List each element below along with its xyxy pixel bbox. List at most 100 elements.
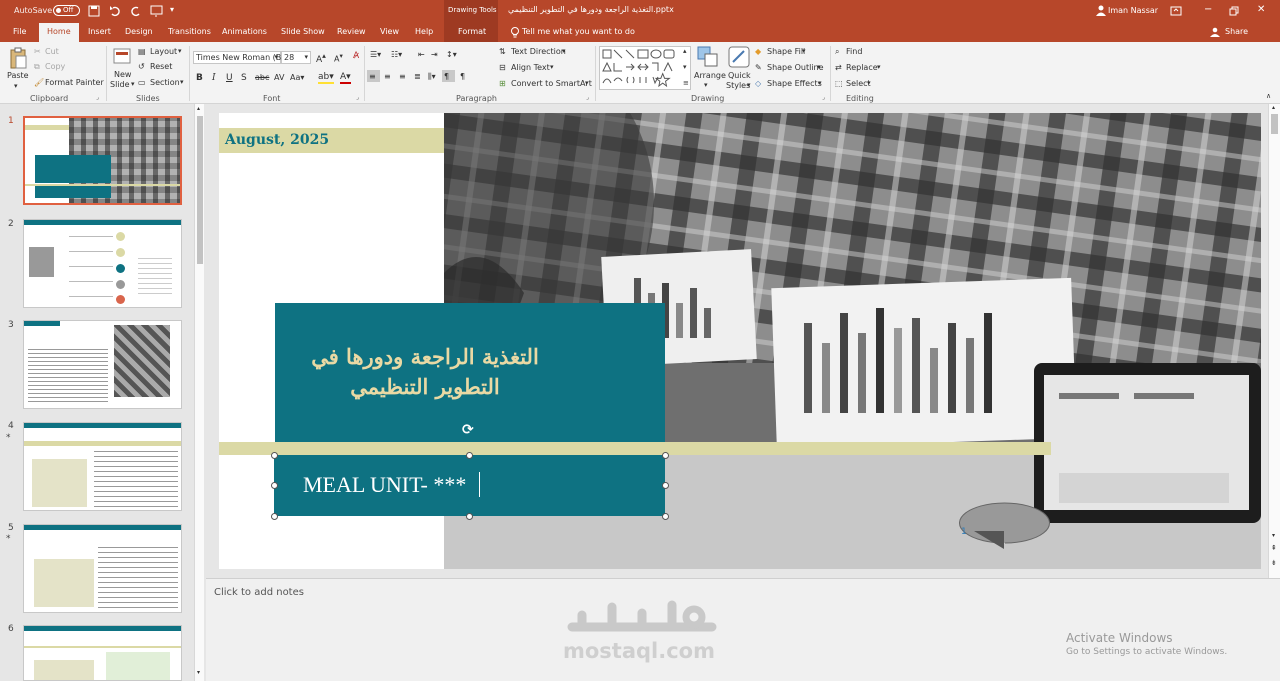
share-icon[interactable]: [1210, 27, 1220, 37]
scroll-down-icon[interactable]: ▾: [197, 669, 200, 676]
slide-canvas[interactable]: August, 2025 التغذية الراجعة ودورها في ا…: [219, 113, 1261, 569]
layout-icon[interactable]: ▤: [138, 47, 146, 56]
tab-view[interactable]: View: [380, 27, 399, 36]
quick-styles-label-1[interactable]: Quick: [728, 71, 751, 80]
text-direction-button[interactable]: Text Direction: [511, 47, 566, 56]
align-text-button[interactable]: Align Text: [511, 63, 550, 72]
scroll-up-icon[interactable]: ▴: [1272, 104, 1275, 111]
tab-file[interactable]: File: [13, 27, 26, 36]
font-size-dropdown[interactable]: 28 ▾: [281, 51, 311, 64]
arrange-button[interactable]: Arrange: [694, 71, 726, 80]
tab-home[interactable]: Home: [39, 23, 79, 42]
notes-placeholder[interactable]: Click to add notes: [214, 587, 304, 598]
numbering-icon[interactable]: ☷▾: [391, 50, 402, 59]
slide-thumbnail-3[interactable]: [23, 320, 182, 409]
thumbnails-scrollbar[interactable]: ▴ ▾: [194, 104, 204, 681]
font-launcher-icon[interactable]: ⌟: [356, 94, 359, 101]
font-family-dropdown[interactable]: Times New Roman (B ▾: [193, 51, 281, 64]
slide-scrollbar[interactable]: ▴ ▾ ⇞ ⇟: [1268, 104, 1280, 578]
slide-date[interactable]: August, 2025: [225, 132, 329, 148]
decrease-indent-icon[interactable]: ⇤: [418, 50, 425, 59]
gallery-down-icon[interactable]: ▾: [683, 63, 687, 71]
shape-fill-button[interactable]: Shape Fill: [767, 47, 805, 56]
slide-thumbnail-6[interactable]: [23, 625, 182, 681]
change-case-icon[interactable]: Aa▾: [290, 73, 304, 82]
tab-insert[interactable]: Insert: [88, 27, 111, 36]
reset-button[interactable]: Reset: [150, 62, 172, 71]
save-icon[interactable]: [88, 5, 100, 17]
slide-thumbnail-4[interactable]: [23, 422, 182, 511]
resize-handle-bl[interactable]: [271, 513, 278, 520]
slide-thumbnail-2[interactable]: [23, 219, 182, 308]
user-name[interactable]: Iman Nassar: [1108, 6, 1158, 15]
increase-indent-icon[interactable]: ⇥: [431, 50, 438, 59]
paste-icon[interactable]: [8, 46, 28, 70]
scroll-down-icon[interactable]: ▾: [1272, 532, 1275, 539]
cut-icon[interactable]: ✂: [34, 47, 41, 56]
slide-thumbnail-1[interactable]: [23, 116, 182, 205]
shape-fill-icon[interactable]: ◆: [755, 47, 761, 56]
right-to-left-icon[interactable]: ¶: [444, 72, 449, 81]
customize-toolbar-icon[interactable]: ▾: [170, 5, 174, 14]
resize-handle-top[interactable]: [466, 452, 473, 459]
clear-formatting-icon[interactable]: A̷: [353, 51, 359, 61]
section-icon[interactable]: ▭: [138, 78, 146, 87]
reset-icon[interactable]: ↺: [138, 62, 145, 71]
slide-title[interactable]: التغذية الراجعة ودورها في التطوير التنظي…: [275, 342, 575, 402]
gallery-up-icon[interactable]: ▴: [683, 47, 687, 55]
shapes-gallery-icons[interactable]: [600, 47, 690, 89]
notes-pane[interactable]: Click to add notes mostaql.com Activate …: [206, 578, 1280, 681]
scroll-thumb[interactable]: [197, 116, 203, 264]
font-color-icon[interactable]: A▾: [340, 72, 351, 84]
replace-icon[interactable]: ⇄: [835, 63, 842, 72]
resize-handle-br[interactable]: [662, 513, 669, 520]
highlight-icon[interactable]: ab▾: [318, 72, 334, 84]
close-icon[interactable]: ✕: [1257, 4, 1265, 15]
align-center-icon[interactable]: ≡: [384, 72, 391, 81]
text-direction-icon[interactable]: ⇅: [499, 47, 506, 56]
resize-handle-right[interactable]: [662, 482, 669, 489]
new-slide-icon[interactable]: [113, 47, 131, 67]
new-slide-dropdown-icon[interactable]: ▾: [131, 80, 135, 88]
cut-button[interactable]: Cut: [45, 47, 59, 56]
justify-icon[interactable]: ≣: [414, 72, 421, 81]
line-spacing-icon[interactable]: ↕▾: [446, 50, 457, 59]
align-text-icon[interactable]: ⊟: [499, 63, 506, 72]
scroll-up-icon[interactable]: ▴: [197, 105, 200, 112]
clipboard-launcher-icon[interactable]: ⌟: [96, 94, 99, 101]
layout-button[interactable]: Layout: [150, 47, 177, 56]
copy-icon[interactable]: ⧉: [34, 62, 40, 72]
previous-slide-icon[interactable]: ⇞: [1271, 544, 1277, 552]
copy-button[interactable]: Copy: [45, 62, 65, 71]
redo-icon[interactable]: [130, 5, 142, 17]
smartart-icon[interactable]: ⊞: [499, 79, 506, 88]
shape-outline-icon[interactable]: ✎: [755, 63, 762, 72]
scroll-thumb[interactable]: [1271, 114, 1278, 134]
shape-outline-button[interactable]: Shape Outline: [767, 63, 824, 72]
convert-to-smartart-button[interactable]: Convert to SmartArt: [511, 79, 592, 88]
resize-handle-left[interactable]: [271, 482, 278, 489]
bold-icon[interactable]: B: [196, 73, 203, 83]
ribbon-display-options-icon[interactable]: [1170, 5, 1182, 17]
share-button[interactable]: Share: [1225, 27, 1248, 36]
slide-subtitle[interactable]: MEAL UNIT- ***: [303, 472, 466, 498]
next-slide-icon[interactable]: ⇟: [1271, 559, 1277, 567]
select-icon[interactable]: ⬚: [835, 79, 843, 88]
gallery-more-icon[interactable]: ≡: [683, 79, 689, 87]
character-spacing-icon[interactable]: AV: [274, 73, 284, 82]
arrange-icon[interactable]: [697, 46, 719, 68]
tab-animations[interactable]: Animations: [222, 27, 267, 36]
underline-icon[interactable]: U: [226, 73, 233, 83]
resize-handle-tl[interactable]: [271, 452, 278, 459]
drawing-launcher-icon[interactable]: ⌟: [822, 94, 825, 101]
text-shadow-icon[interactable]: S: [241, 73, 247, 83]
left-to-right-icon[interactable]: ¶: [460, 72, 465, 81]
find-icon[interactable]: ⌕: [835, 47, 839, 57]
slide-thumbnails-pane[interactable]: ▴ ▾ 1 2 3 4 * 5 * 6: [0, 104, 206, 681]
strikethrough-icon[interactable]: abc: [255, 73, 269, 82]
tab-review[interactable]: Review: [337, 27, 366, 36]
align-left-icon[interactable]: ≡: [369, 72, 376, 81]
format-painter-icon[interactable]: 🖌: [34, 78, 44, 87]
shape-effects-icon[interactable]: ◇: [755, 79, 761, 88]
new-slide-label-1[interactable]: New: [114, 70, 131, 79]
